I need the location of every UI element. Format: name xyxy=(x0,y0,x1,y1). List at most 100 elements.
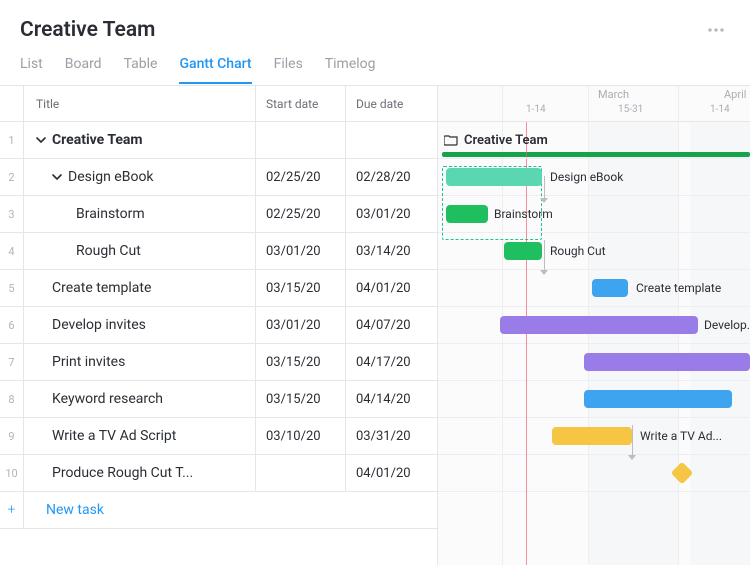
row-title[interactable]: Create template xyxy=(24,270,256,306)
row-start-date[interactable]: 03/15/20 xyxy=(256,381,346,417)
ellipsis-icon xyxy=(708,28,724,32)
tab-gantt[interactable]: Gantt Chart xyxy=(179,56,251,84)
row-start-date[interactable]: 02/25/20 xyxy=(256,159,346,195)
gantt-panel[interactable]: March April 1-14 15-31 1-14 xyxy=(438,86,750,565)
view-tabs: List Board Table Gantt Chart Files Timel… xyxy=(0,44,750,85)
row-start-date[interactable]: 02/25/20 xyxy=(256,196,346,232)
table-body: 1 Creative Team 2 Design eBook 02/25/2002/28… xyxy=(0,122,437,565)
new-task-label: New task xyxy=(24,502,104,518)
gantt-header: March April 1-14 15-31 1-14 xyxy=(438,86,750,122)
range-label: 15-31 xyxy=(618,104,643,115)
row-due-date[interactable]: 02/28/20 xyxy=(346,159,436,195)
row-number: 9 xyxy=(0,418,24,454)
row-start-date[interactable]: 03/15/20 xyxy=(256,344,346,380)
row-due-date[interactable] xyxy=(346,122,436,158)
row-start-date[interactable] xyxy=(256,455,346,491)
row-title[interactable]: Design eBook xyxy=(24,159,256,195)
row-title[interactable]: Rough Cut xyxy=(24,233,256,269)
gantt-bar-develop-invites[interactable] xyxy=(500,316,698,334)
row-title[interactable]: Develop invites xyxy=(24,307,256,343)
tab-board[interactable]: Board xyxy=(65,56,102,84)
table-row[interactable]: 2 Design eBook 02/25/2002/28/20 xyxy=(0,159,437,196)
month-label: April xyxy=(724,88,746,101)
tab-list[interactable]: List xyxy=(20,56,43,84)
row-title-text: Produce Rough Cut T... xyxy=(52,465,193,481)
row-start-date[interactable]: 03/10/20 xyxy=(256,418,346,454)
row-start-date[interactable] xyxy=(256,122,346,158)
col-start-header[interactable]: Start date xyxy=(256,86,346,121)
row-due-date[interactable]: 03/14/20 xyxy=(346,233,436,269)
row-number: 3 xyxy=(0,196,24,232)
row-number: 5 xyxy=(0,270,24,306)
row-due-date[interactable]: 04/17/20 xyxy=(346,344,436,380)
gantt-bar-create-template[interactable] xyxy=(592,279,628,297)
row-title-text: Write a TV Ad Script xyxy=(52,428,176,444)
row-title[interactable]: Creative Team xyxy=(24,122,256,158)
tab-files[interactable]: Files xyxy=(274,56,303,84)
gantt-body: Creative Team xyxy=(438,122,750,565)
gantt-bar-label: Design eBook xyxy=(550,168,623,186)
row-title-text: Develop invites xyxy=(52,317,146,333)
col-title-header[interactable]: Title xyxy=(24,86,256,121)
row-title-text: Rough Cut xyxy=(76,243,141,259)
gantt-group-name: Creative Team xyxy=(464,133,548,148)
table-row[interactable]: 7 Print invites 03/15/2004/17/20 xyxy=(0,344,437,381)
row-due-date[interactable]: 04/01/20 xyxy=(346,270,436,306)
range-label: 1-14 xyxy=(526,104,546,115)
table-row[interactable]: 8Keyword research03/15/2004/14/20 xyxy=(0,381,437,418)
gantt-bar-design-ebook[interactable] xyxy=(446,168,542,186)
row-title-text: Create template xyxy=(52,280,151,296)
folder-icon xyxy=(444,134,458,146)
row-title-text: Design eBook xyxy=(68,169,154,185)
gantt-bar-label: Write a TV Ad... xyxy=(640,427,722,445)
table-row[interactable]: 3 Brainstorm 02/25/2003/01/20 xyxy=(0,196,437,233)
row-start-date[interactable]: 03/15/20 xyxy=(256,270,346,306)
range-label: 1-14 xyxy=(710,104,730,115)
row-due-date[interactable]: 04/14/20 xyxy=(346,381,436,417)
row-due-date[interactable]: 03/01/20 xyxy=(346,196,436,232)
new-task-row[interactable]: +New task xyxy=(0,492,437,529)
table-row[interactable]: 5 Create template 03/15/2004/01/20 xyxy=(0,270,437,307)
month-label: March xyxy=(598,88,629,101)
gantt-bar-brainstorm[interactable] xyxy=(446,205,488,223)
row-title[interactable]: Brainstorm xyxy=(24,196,256,232)
row-start-date[interactable]: 03/01/20 xyxy=(256,233,346,269)
row-title-text: Keyword research xyxy=(52,391,163,407)
tab-timelog[interactable]: Timelog xyxy=(325,56,376,84)
today-line xyxy=(526,122,527,565)
col-due-header[interactable]: Due date xyxy=(346,86,436,121)
row-title[interactable]: Print invites xyxy=(24,344,256,380)
gantt-bar-label: Develop... xyxy=(704,316,750,334)
row-title[interactable]: Write a TV Ad Script xyxy=(24,418,256,454)
row-title-text: Print invites xyxy=(52,354,125,370)
gantt-group-header[interactable]: Creative Team xyxy=(438,122,750,159)
page-title: Creative Team xyxy=(20,18,155,42)
row-title[interactable]: Keyword research xyxy=(24,381,256,417)
row-number: 7 xyxy=(0,344,24,380)
gantt-bar-write-tv-ad[interactable] xyxy=(552,427,632,445)
row-number: 1 xyxy=(0,122,24,158)
table-row[interactable]: 4Rough Cut03/01/2003/14/20 xyxy=(0,233,437,270)
gantt-bar-rough-cut[interactable] xyxy=(504,242,542,260)
table-header: Title Start date Due date xyxy=(0,86,437,122)
row-start-date[interactable]: 03/01/20 xyxy=(256,307,346,343)
row-title-text: Brainstorm xyxy=(76,206,145,222)
gantt-bar-label: Rough Cut xyxy=(550,242,606,260)
row-number: 2 xyxy=(0,159,24,195)
more-button[interactable] xyxy=(702,16,730,44)
row-due-date[interactable]: 03/31/20 xyxy=(346,418,436,454)
table-row[interactable]: 1 Creative Team xyxy=(0,122,437,159)
table-row[interactable]: 6Develop invites03/01/2004/07/20 xyxy=(0,307,437,344)
row-due-date[interactable]: 04/01/20 xyxy=(346,455,436,491)
row-title-text: Creative Team xyxy=(52,132,143,148)
table-row[interactable]: 10 Produce Rough Cut T... 04/01/20 xyxy=(0,455,437,492)
table-row[interactable]: 9 Write a TV Ad Script 03/10/2003/31/20 xyxy=(0,418,437,455)
plus-icon: + xyxy=(0,492,24,528)
gantt-bar-label: Create template xyxy=(636,279,721,297)
row-due-date[interactable]: 04/07/20 xyxy=(346,307,436,343)
row-title[interactable]: Produce Rough Cut T... xyxy=(24,455,256,491)
gantt-bar-keyword-research[interactable] xyxy=(584,390,732,408)
gantt-bar-print-invites[interactable] xyxy=(584,353,750,371)
row-number: 10 xyxy=(0,455,24,491)
tab-table[interactable]: Table xyxy=(124,56,158,84)
